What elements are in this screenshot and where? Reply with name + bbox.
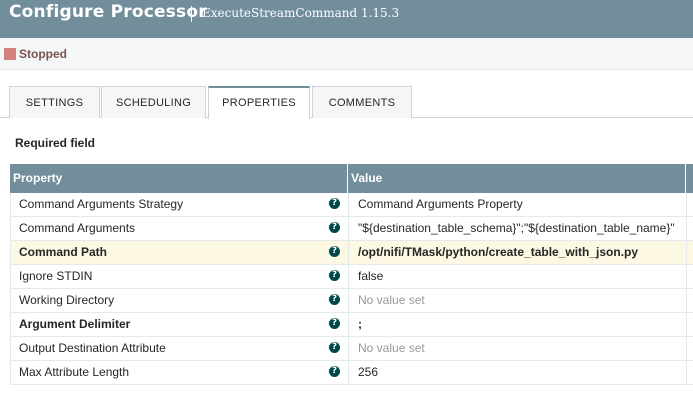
- dialog-header: Configure Processor ExecuteStreamCommand…: [0, 0, 693, 38]
- tab-scheduling[interactable]: SCHEDULING: [101, 86, 206, 118]
- required-field-label: Required field: [15, 136, 96, 150]
- property-value[interactable]: /opt/nifi/TMask/python/create_table_with…: [358, 241, 683, 264]
- stopped-icon: [4, 48, 16, 60]
- status-text: Stopped: [19, 47, 67, 61]
- processor-type: ExecuteStreamCommand 1.15.3: [202, 6, 400, 20]
- table-row[interactable]: Command Arguments? "${destination_table_s…: [10, 217, 693, 241]
- status-bar: Stopped: [0, 38, 693, 70]
- tab-bar: SETTINGS SCHEDULING PROPERTIES COMMENTS: [0, 86, 693, 119]
- column-divider: [348, 313, 349, 336]
- property-name: Output Destination Attribute: [19, 341, 166, 355]
- title-separator: [191, 6, 192, 22]
- property-value[interactable]: No value set: [358, 289, 683, 312]
- column-header-property[interactable]: Property: [13, 164, 62, 193]
- column-divider: [686, 241, 687, 264]
- column-divider: [686, 289, 687, 312]
- property-value[interactable]: "${destination_table_schema}";"${destina…: [358, 217, 683, 240]
- property-value[interactable]: No value set: [358, 337, 683, 360]
- properties-table: Property Value Command Arguments Strateg…: [10, 164, 693, 385]
- property-name: Max Attribute Length: [19, 365, 130, 379]
- column-divider: [348, 265, 349, 288]
- column-divider: [686, 361, 687, 384]
- tab-comments[interactable]: COMMENTS: [312, 86, 412, 118]
- dialog-title: Configure Processor: [9, 2, 207, 22]
- column-divider: [348, 337, 349, 360]
- column-divider: [348, 217, 349, 240]
- column-divider: [348, 361, 349, 384]
- property-name: Command Arguments: [19, 221, 136, 235]
- table-row[interactable]: Ignore STDIN? false: [10, 265, 693, 289]
- property-value[interactable]: 256: [358, 361, 683, 384]
- tab-properties[interactable]: PROPERTIES: [208, 86, 310, 119]
- column-divider: [686, 193, 687, 216]
- property-value[interactable]: Command Arguments Property: [358, 193, 683, 216]
- column-divider: [686, 217, 687, 240]
- help-icon[interactable]: ?: [329, 342, 340, 353]
- help-icon[interactable]: ?: [329, 366, 340, 377]
- property-name: Working Directory: [19, 293, 115, 307]
- help-icon[interactable]: ?: [329, 246, 340, 257]
- table-row[interactable]: Command Arguments Strategy? Command Argum…: [10, 193, 693, 217]
- table-row[interactable]: Max Attribute Length? 256: [10, 361, 693, 385]
- property-name: Command Path: [19, 245, 108, 259]
- column-divider: [685, 164, 686, 193]
- table-header: Property Value: [10, 164, 693, 193]
- property-name: Command Arguments Strategy: [19, 197, 184, 211]
- column-divider: [686, 337, 687, 360]
- property-value[interactable]: ;: [358, 313, 683, 336]
- table-body: Command Arguments Strategy? Command Argum…: [10, 193, 693, 385]
- help-icon[interactable]: ?: [329, 198, 340, 209]
- column-divider: [347, 164, 348, 193]
- table-row[interactable]: Command Path? /opt/nifi/TMask/python/crea…: [10, 241, 693, 265]
- column-divider: [686, 313, 687, 336]
- column-divider: [348, 241, 349, 264]
- help-icon[interactable]: ?: [329, 270, 340, 281]
- column-divider: [348, 193, 349, 216]
- property-name: Ignore STDIN: [19, 269, 93, 283]
- help-icon[interactable]: ?: [329, 222, 340, 233]
- column-divider: [348, 289, 349, 312]
- tab-settings[interactable]: SETTINGS: [9, 86, 100, 118]
- table-row[interactable]: Argument Delimiter?;: [10, 313, 693, 337]
- table-row[interactable]: Output Destination Attribute? No value se…: [10, 337, 693, 361]
- help-icon[interactable]: ?: [329, 294, 340, 305]
- property-name: Argument Delimiter: [19, 317, 131, 331]
- table-row[interactable]: Working Directory? No value set: [10, 289, 693, 313]
- column-divider: [686, 265, 687, 288]
- help-icon[interactable]: ?: [329, 318, 340, 329]
- column-header-value[interactable]: Value: [351, 164, 382, 193]
- property-value[interactable]: false: [358, 265, 683, 288]
